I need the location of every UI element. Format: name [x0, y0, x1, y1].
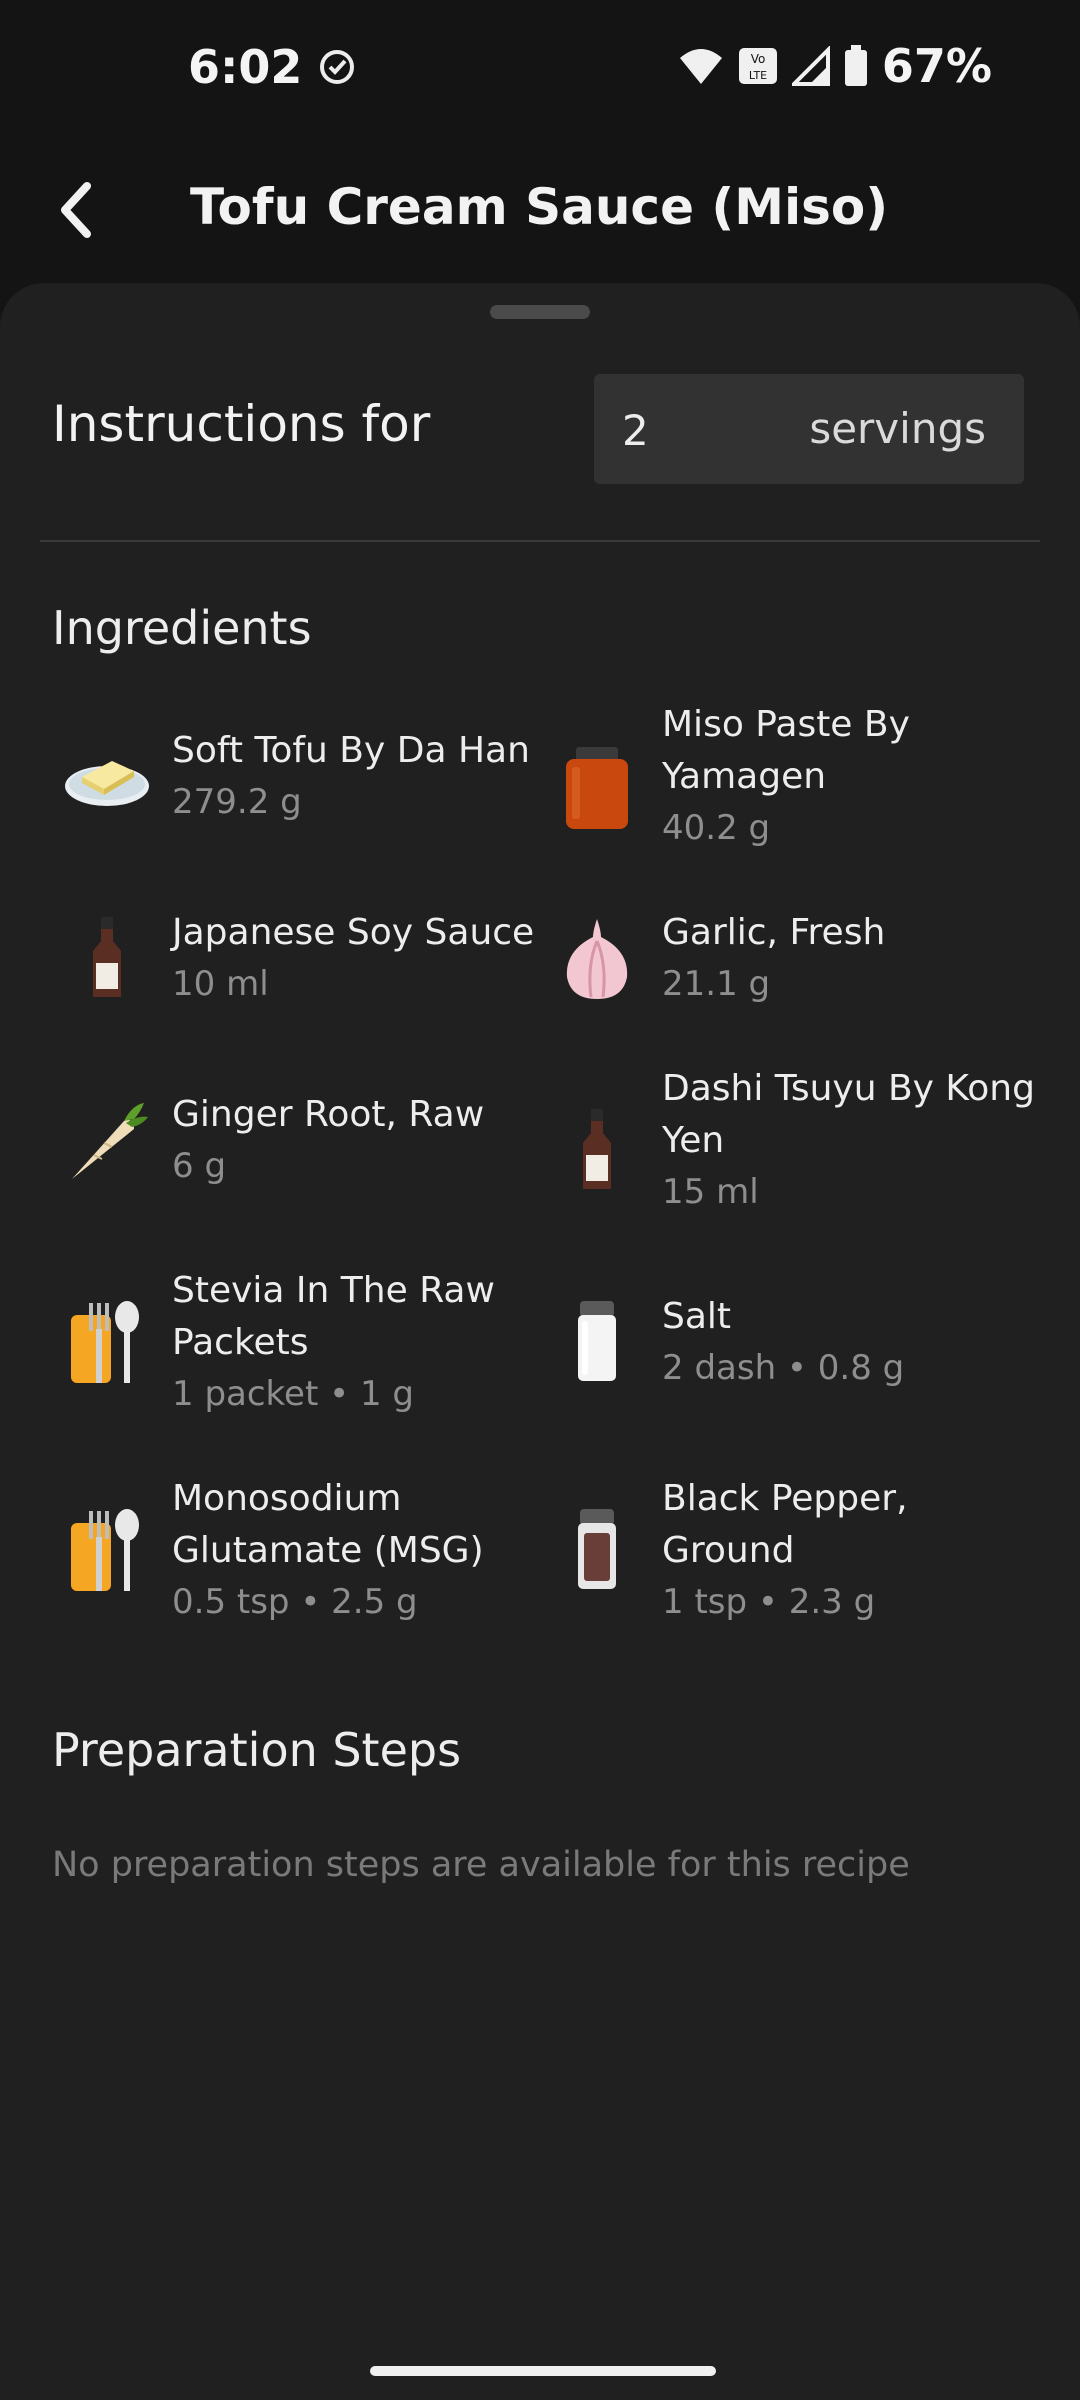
ingredient-item[interactable]: Monosodium Glutamate (MSG) 0.5 tsp • 2.5…: [52, 1478, 552, 1657]
battery-icon: [844, 45, 867, 86]
utensils-icon: [52, 1287, 162, 1397]
ingredient-amount: 6 g: [172, 1146, 227, 1186]
ingredient-name: Garlic, Fresh: [662, 912, 886, 953]
status-bar: 6:02 Vo LTE 67%: [0, 0, 1080, 130]
ingredient-amount: 1 tsp • 2.3 g: [662, 1582, 876, 1622]
utensils-icon: [52, 1495, 162, 1605]
ingredient-amount: 10 ml: [172, 964, 269, 1004]
garlic-icon: [542, 903, 652, 1013]
sauce-bottle-icon: [52, 903, 162, 1013]
ingredient-name: Stevia In The Raw Packets: [172, 1270, 495, 1363]
svg-text:Vo: Vo: [751, 52, 766, 66]
chevron-left-icon: [61, 182, 91, 238]
ingredient-amount: 21.1 g: [662, 964, 771, 1004]
home-indicator[interactable]: [370, 2366, 716, 2376]
preparation-heading: Preparation Steps: [52, 1723, 462, 1777]
servings-input[interactable]: [620, 374, 744, 486]
ingredient-item[interactable]: Soft Tofu By Da Han 279.2 g: [52, 713, 552, 883]
ingredient-name: Salt: [662, 1296, 732, 1337]
ingredient-amount: 1 packet • 1 g: [172, 1374, 414, 1414]
ingredient-item[interactable]: Stevia In The Raw Packets 1 packet • 1 g: [52, 1270, 552, 1449]
ingredient-amount: 2 dash • 0.8 g: [662, 1348, 905, 1388]
status-icons: Vo LTE 67%: [678, 38, 992, 94]
recipe-sheet: Instructions for servings Ingredients So…: [0, 283, 1080, 2400]
ingredient-name: Black Pepper, Ground: [662, 1478, 908, 1571]
divider: [40, 540, 1040, 542]
ingredient-item[interactable]: Ginger Root, Raw 6 g: [52, 1077, 552, 1247]
sauce-bottle-icon: [542, 1095, 652, 1205]
servings-suffix: servings: [809, 404, 986, 453]
ingredients-heading: Ingredients: [52, 601, 312, 655]
ingredient-name: Miso Paste By Yamagen: [662, 704, 910, 797]
ingredient-amount: 15 ml: [662, 1172, 759, 1212]
servings-field[interactable]: servings: [594, 374, 1024, 486]
salt-shaker-icon: [542, 1287, 652, 1397]
ingredient-amount: 0.5 tsp • 2.5 g: [172, 1582, 418, 1622]
empty-steps-message: No preparation steps are available for t…: [52, 1845, 910, 1885]
ingredient-name: Ginger Root, Raw: [172, 1094, 485, 1135]
drag-handle[interactable]: [490, 305, 590, 319]
app-bar: Tofu Cream Sauce (Miso): [0, 140, 1080, 280]
ingredient-item[interactable]: Garlic, Fresh 21.1 g: [542, 895, 1042, 1065]
ingredient-item[interactable]: Salt 2 dash • 0.8 g: [542, 1279, 1042, 1449]
jar-icon: [542, 733, 652, 843]
ingredient-item[interactable]: Miso Paste By Yamagen 40.2 g: [542, 704, 1042, 883]
ingredient-item[interactable]: Black Pepper, Ground 1 tsp • 2.3 g: [542, 1478, 1042, 1657]
ingredient-name: Monosodium Glutamate (MSG): [172, 1478, 484, 1571]
check-circle-icon: [320, 50, 354, 84]
ingredient-name: Dashi Tsuyu By Kong Yen: [662, 1068, 1035, 1161]
ingredient-amount: 279.2 g: [172, 782, 302, 822]
root-icon: [52, 1085, 162, 1195]
signal-icon: [791, 46, 830, 86]
ingredient-name: Japanese Soy Sauce: [172, 912, 535, 953]
status-time: 6:02: [188, 40, 303, 94]
wifi-icon: [679, 49, 722, 84]
back-button[interactable]: [40, 170, 110, 250]
ingredient-amount: 40.2 g: [662, 808, 771, 848]
pepper-shaker-icon: [542, 1495, 652, 1605]
volte-icon: Vo LTE: [738, 48, 777, 84]
tofu-icon: [52, 721, 162, 831]
ingredient-item[interactable]: Dashi Tsuyu By Kong Yen 15 ml: [542, 1068, 1042, 1247]
battery-percentage: 67%: [881, 39, 992, 93]
ingredient-item[interactable]: Japanese Soy Sauce 10 ml: [52, 895, 552, 1065]
page-title: Tofu Cream Sauce (Miso): [190, 178, 889, 236]
svg-text:LTE: LTE: [749, 69, 767, 82]
ingredient-name: Soft Tofu By Da Han: [172, 730, 530, 771]
instructions-label: Instructions for: [52, 395, 431, 453]
